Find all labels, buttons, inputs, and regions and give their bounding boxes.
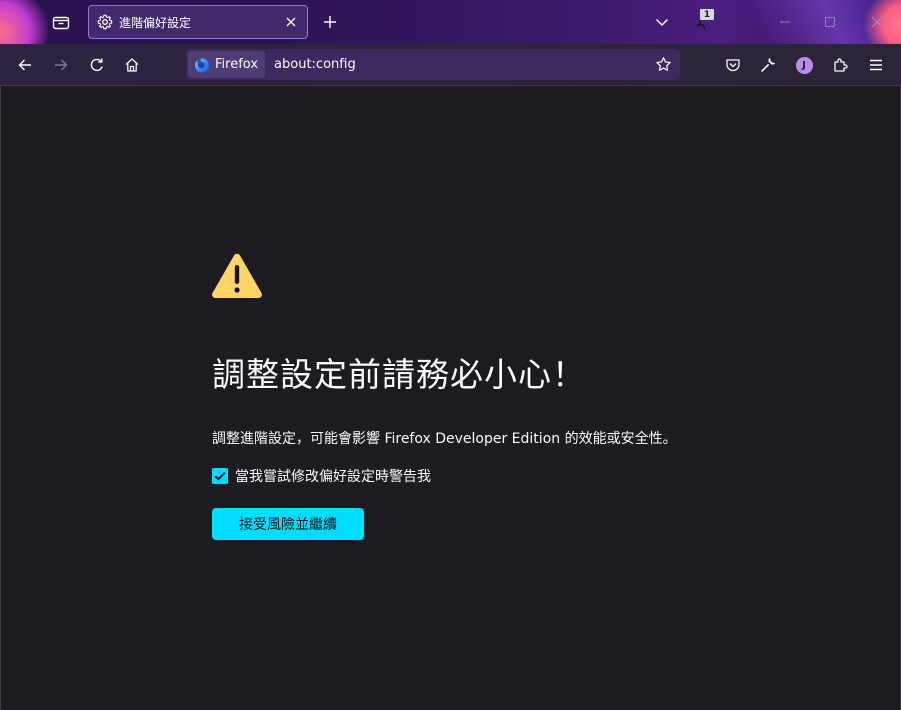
tab-advanced-preferences[interactable]: 進階偏好設定 [88,5,308,39]
tab-title: 進階偏好設定 [119,15,192,30]
minimize-button[interactable] [770,8,800,36]
address-bar[interactable]: Firefox about:config [186,49,680,80]
list-all-tabs-button[interactable] [650,10,674,34]
maximize-icon [825,17,835,27]
chevron-down-icon [655,18,669,27]
page-title: 調整設定前請務必小心！ [212,355,586,394]
warning-checkbox-row[interactable]: 當我嘗試修改偏好設定時警告我 [212,466,431,486]
warning-description: 調整進階設定，可能會影響 Firefox Developer Edition 的… [212,431,677,447]
home-button[interactable] [117,50,147,80]
extensions-button[interactable] [827,52,853,78]
app-menu-button[interactable] [863,52,889,78]
page-content: 調整設定前請務必小心！ 調整進階設定，可能會影響 Firefox Develop… [0,86,901,710]
tab-count-badge: 1 [700,9,714,20]
home-icon [125,58,139,72]
hamburger-menu-icon [870,59,882,71]
developer-tools-button[interactable] [755,52,781,78]
avatar: J [795,56,813,74]
reload-button[interactable] [82,50,112,80]
warning-icon [212,253,262,298]
identity-box[interactable]: Firefox [188,51,266,78]
firefox-logo-icon [195,58,209,72]
minimize-icon [780,21,790,23]
tab-close-button[interactable] [281,12,301,32]
plus-icon [324,16,336,28]
back-button[interactable] [10,50,40,80]
arrow-right-icon [55,59,68,71]
tab-strip: 進階偏好設定 1 [0,0,901,44]
navigation-toolbar: Firefox about:config J [0,44,901,86]
theme-decoration [0,0,50,44]
bookmark-star-button[interactable] [652,54,674,76]
pocket-icon [726,59,740,72]
reload-icon [90,58,103,72]
warning-checkbox-label[interactable]: 當我嘗試修改偏好設定時警告我 [235,466,431,486]
warning-checkbox[interactable] [212,468,228,484]
forward-button[interactable] [46,50,76,80]
account-button[interactable]: J [791,52,817,78]
private-browsing-indicator[interactable]: 1 [692,9,718,35]
close-icon [286,17,296,27]
star-icon [655,57,671,71]
close-icon [871,16,883,28]
wrench-icon [761,58,775,72]
pocket-button[interactable] [720,52,746,78]
new-tab-button[interactable] [318,10,342,34]
maximize-button[interactable] [815,8,845,36]
identity-label: Firefox [215,57,259,72]
window-border [0,86,1,710]
gear-icon [97,14,113,30]
checkmark-icon [214,471,226,481]
firefox-view-button[interactable] [46,8,76,36]
window-close-button[interactable] [862,8,892,36]
arrow-left-icon [18,59,31,71]
url-text[interactable]: about:config [274,57,652,72]
puzzle-piece-icon [834,58,848,72]
accept-risk-button[interactable]: 接受風險並繼續 [212,508,364,540]
tab-list-icon [52,16,70,30]
